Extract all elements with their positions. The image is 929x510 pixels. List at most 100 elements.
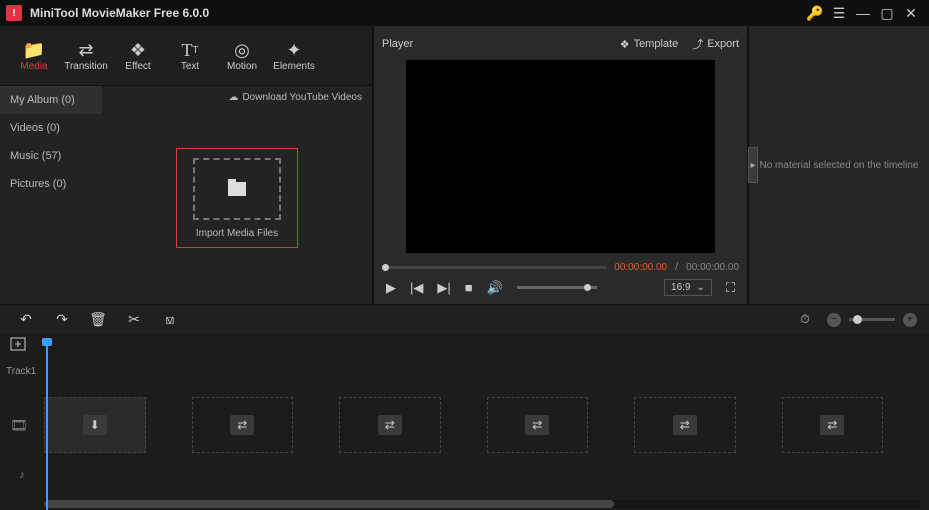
playhead[interactable] <box>46 338 48 510</box>
ratio-value: 16:9 <box>671 282 690 293</box>
video-track[interactable]: 🎞 ⬇ ⇄ ⇄ ⇄ ⇄ ⇄ <box>0 390 929 460</box>
download-icon: ☁ <box>228 92 238 103</box>
template-icon: ❖ <box>620 38 630 51</box>
zoom-out-button[interactable]: − <box>827 313 841 327</box>
upper-area: 📁 Media ⇄ Transition ❖ Effect TT Text ◎ … <box>0 26 929 304</box>
delete-button[interactable]: 🗑 <box>84 309 112 331</box>
import-media-button[interactable]: Import Media Files <box>176 148 298 248</box>
clip-slot[interactable]: ⇄ <box>634 397 736 453</box>
zoom-control: − + <box>827 313 917 327</box>
video-track-icon: 🎞 <box>10 417 28 434</box>
properties-hint: No material selected on the timeline <box>754 160 925 171</box>
tab-transition[interactable]: ⇄ Transition <box>60 39 112 72</box>
fullscreen-button[interactable]: ⛶ <box>726 280 735 296</box>
swap-icon: ⇄ <box>673 415 697 435</box>
tab-label: Text <box>164 61 216 72</box>
timeline: Track1 🎞 ⬇ ⇄ ⇄ ⇄ ⇄ ⇄ ♪ <box>0 334 929 510</box>
download-youtube-link[interactable]: ☁ Download YouTube Videos <box>228 92 362 103</box>
player-header: Player ❖ Template ⤴ Export <box>382 32 739 56</box>
app-title: MiniTool MovieMaker Free 6.0.0 <box>30 6 803 20</box>
progress-bar-row: 00:00:00.00 / 00:00:00.00 <box>382 261 739 273</box>
effect-icon: ❖ <box>112 39 164 61</box>
volume-slider[interactable] <box>517 286 597 289</box>
collapse-handle[interactable]: ▸ <box>748 147 758 183</box>
player-label: Player <box>382 38 606 50</box>
tab-elements[interactable]: ✦ Elements <box>268 39 320 72</box>
properties-pane: ▸ No material selected on the timeline <box>749 26 929 304</box>
tab-label: Effect <box>112 61 164 72</box>
player-controls: ▶ |◀ ▶| ■ 🔊 16:9 ⌄ ⛶ <box>382 277 739 298</box>
template-button[interactable]: ❖ Template <box>620 38 679 51</box>
tab-text[interactable]: TT Text <box>164 39 216 72</box>
swap-icon: ⇄ <box>820 415 844 435</box>
track1-label: Track1 <box>0 366 44 377</box>
prev-frame-button[interactable]: |◀ <box>410 280 423 296</box>
clip-slot[interactable]: ⇄ <box>782 397 884 453</box>
tab-label: Motion <box>216 61 268 72</box>
audio-track[interactable]: ♪ <box>0 460 929 490</box>
track-row-1: Track1 <box>0 354 929 390</box>
split-button[interactable]: ✂ <box>120 309 148 331</box>
volume-icon[interactable]: 🔊 <box>487 280 503 296</box>
clip-slot[interactable]: ⇄ <box>192 397 294 453</box>
maximize-button[interactable]: ▢ <box>875 3 899 23</box>
undo-button[interactable]: ↶ <box>12 309 40 331</box>
sidebar-item-videos[interactable]: Videos (0) <box>0 114 102 142</box>
export-label: Export <box>707 38 739 50</box>
minimize-button[interactable]: — <box>851 3 875 23</box>
clip-slot[interactable]: ⇄ <box>487 397 589 453</box>
sidebar-item-music[interactable]: Music (57) <box>0 142 102 170</box>
redo-button[interactable]: ↷ <box>48 309 76 331</box>
preview-screen[interactable] <box>406 60 715 253</box>
clip-slot[interactable]: ⬇ <box>44 397 146 453</box>
export-button[interactable]: ⤴ Export <box>692 36 739 52</box>
time-current: 00:00:00.00 <box>614 262 667 273</box>
add-track-icon[interactable] <box>10 337 30 351</box>
close-button[interactable]: ✕ <box>899 3 923 23</box>
swap-icon: ⇄ <box>378 415 402 435</box>
motion-icon: ◎ <box>216 39 268 61</box>
transition-icon: ⇄ <box>60 39 112 61</box>
progress-bar[interactable] <box>382 266 606 269</box>
audio-track-icon: ♪ <box>0 469 44 481</box>
sidebar-item-pictures[interactable]: Pictures (0) <box>0 170 102 198</box>
template-label: Template <box>634 38 679 50</box>
zoom-slider[interactable] <box>849 318 895 321</box>
mode-tabs: 📁 Media ⇄ Transition ❖ Effect TT Text ◎ … <box>0 26 372 86</box>
time-separator: / <box>675 261 678 273</box>
license-key-icon[interactable]: 🔑 <box>803 3 827 23</box>
next-frame-button[interactable]: ▶| <box>437 280 450 296</box>
time-total: 00:00:00.00 <box>686 262 739 273</box>
sidebar-item-myalbum[interactable]: My Album (0) <box>0 86 102 114</box>
library-body: My Album (0) Videos (0) Music (57) Pictu… <box>0 86 372 304</box>
tab-motion[interactable]: ◎ Motion <box>216 39 268 72</box>
folder-icon <box>228 182 246 196</box>
swap-icon: ⇄ <box>525 415 549 435</box>
crop-button[interactable]: ⟏ <box>156 309 184 331</box>
swap-icon: ⇄ <box>230 415 254 435</box>
tab-media[interactable]: 📁 Media <box>8 39 60 72</box>
chevron-down-icon: ⌄ <box>697 282 705 293</box>
titlebar: ! MiniTool MovieMaker Free 6.0.0 🔑 ☰ — ▢… <box>0 0 929 26</box>
stop-button[interactable]: ■ <box>465 280 473 295</box>
timeline-ruler[interactable] <box>0 334 929 354</box>
tab-effect[interactable]: ❖ Effect <box>112 39 164 72</box>
play-button[interactable]: ▶ <box>386 280 396 296</box>
app-logo-icon: ! <box>6 5 22 21</box>
scrollbar-thumb[interactable] <box>44 500 614 508</box>
clip-slot[interactable]: ⇄ <box>339 397 441 453</box>
zoom-in-button[interactable]: + <box>903 313 917 327</box>
folder-icon: 📁 <box>8 39 60 61</box>
download-clip-icon: ⬇ <box>83 415 107 435</box>
tab-label: Transition <box>60 61 112 72</box>
tab-label: Media <box>8 61 60 72</box>
text-icon: TT <box>164 39 216 61</box>
timeline-toolbar: ↶ ↷ 🗑 ✂ ⟏ ⏱ − + <box>0 304 929 334</box>
speed-icon[interactable]: ⏱ <box>791 309 819 331</box>
library-pane: 📁 Media ⇄ Transition ❖ Effect TT Text ◎ … <box>0 26 374 304</box>
download-label: Download YouTube Videos <box>242 92 362 103</box>
hamburger-menu-icon[interactable]: ☰ <box>827 3 851 23</box>
aspect-ratio-select[interactable]: 16:9 ⌄ <box>664 279 712 296</box>
elements-icon: ✦ <box>268 39 320 61</box>
timeline-scrollbar[interactable] <box>44 500 921 508</box>
